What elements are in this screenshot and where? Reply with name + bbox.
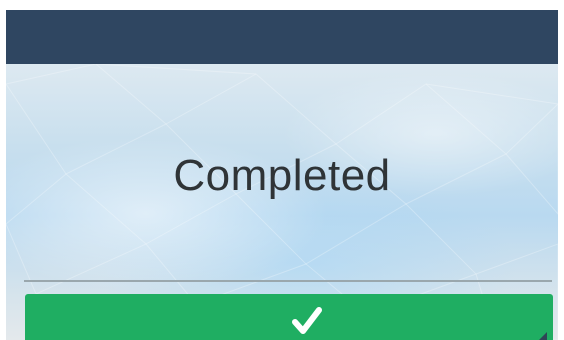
device-frame: Completed	[0, 0, 564, 340]
check-icon	[292, 307, 322, 334]
top-app-bar	[6, 10, 558, 67]
corner-triangle-icon	[535, 332, 547, 340]
divider-line	[24, 280, 552, 282]
app-screen: Completed	[6, 10, 558, 340]
confirm-check-button[interactable]	[25, 294, 553, 340]
status-completed-text: Completed	[173, 151, 391, 200]
